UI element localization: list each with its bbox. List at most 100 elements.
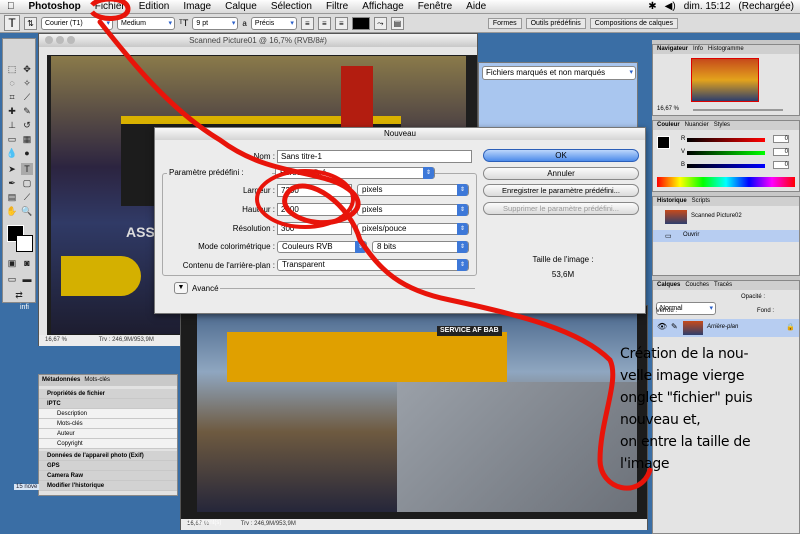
meta-row[interactable]: Auteur (39, 429, 177, 439)
document-title[interactable]: Scanned Picture01 @ 16,7% (RVB/8#) (39, 34, 477, 47)
magic-wand-icon[interactable]: ✧ (21, 77, 33, 89)
height-unit-select[interactable]: pixels ⇕ (357, 204, 469, 216)
advanced-toggle-icon[interactable]: ▼ (174, 282, 188, 294)
healing-brush-icon[interactable]: ✚ (6, 105, 18, 117)
gradient-tool-icon[interactable]: ▦ (21, 133, 33, 145)
cancel-button[interactable]: Annuler (483, 167, 639, 180)
file-filter-select[interactable]: Fichiers marqués et non marqués (482, 66, 636, 80)
font-family-select[interactable]: Courier (T1) (41, 16, 113, 30)
tab-couleur[interactable]: Couleur (657, 121, 680, 130)
warp-text-icon[interactable]: ⤳ (373, 16, 387, 30)
meta-row[interactable]: Copyright (39, 439, 177, 449)
resolution-unit-select[interactable]: pixels/pouce ⇕ (357, 223, 469, 235)
align-left-icon[interactable]: ≡ (300, 16, 314, 30)
blur-tool-icon[interactable]: 💧 (6, 147, 18, 159)
text-color-swatch[interactable] (351, 16, 370, 30)
menu-filtre[interactable]: Filtre (319, 1, 355, 12)
imageready-icon[interactable]: ⇄ (13, 289, 25, 301)
layer-row[interactable]: 👁 ✎ Arrière-plan 🔒 (653, 319, 799, 337)
shape-tool-icon[interactable]: ▢ (21, 177, 33, 189)
path-select-icon[interactable]: ➤ (6, 163, 18, 175)
menu-calque[interactable]: Calque (218, 1, 264, 12)
color-spectrum[interactable] (657, 177, 795, 187)
tab-navigateur[interactable]: Navigateur (657, 45, 688, 54)
r-value[interactable]: 0 (773, 135, 789, 143)
tab-styles[interactable]: Styles (714, 121, 730, 130)
eyedropper-icon[interactable]: ⟋ (21, 191, 33, 203)
width-unit-select[interactable]: pixels ⇕ (357, 184, 469, 196)
zoom-tool-icon[interactable]: 🔍 (21, 205, 33, 217)
font-size-select[interactable]: 9 pt (192, 16, 239, 30)
meta-row[interactable]: Description (39, 409, 177, 419)
brush-tool-icon[interactable]: ✎ (21, 105, 33, 117)
pen-tool-icon[interactable]: ✒ (6, 177, 18, 189)
color-mode-select[interactable]: Couleurs RVB ⇕ (277, 241, 367, 253)
dodge-tool-icon[interactable]: ● (21, 147, 33, 159)
save-preset-button[interactable]: Enregistrer le paramètre prédéfini... (483, 184, 639, 197)
meta-row[interactable]: Camera Raw (39, 471, 177, 481)
hand-tool-icon[interactable]: ✋ (6, 205, 18, 217)
crop-tool-icon[interactable]: ⌗ (6, 91, 18, 103)
meta-row[interactable]: IPTC (39, 399, 177, 409)
meta-row[interactable]: Propriétés de fichier (39, 389, 177, 399)
align-center-icon[interactable]: ≡ (317, 16, 331, 30)
navigator-slider[interactable] (693, 109, 783, 111)
tab-compositions[interactable]: Compositions de calques (589, 17, 679, 29)
text-tool-icon[interactable]: T (4, 15, 20, 31)
height-field[interactable]: 2600 (277, 203, 352, 216)
fg-color-swatch[interactable] (657, 136, 670, 149)
menu-app-name[interactable]: Photoshop (22, 1, 88, 12)
stamp-tool-icon[interactable]: ⊥ (6, 119, 18, 131)
name-field[interactable]: Sans titre-1 (277, 150, 472, 163)
tab-mots-cles[interactable]: Mots-clés (84, 375, 110, 386)
ok-button[interactable]: OK (483, 149, 639, 162)
minimize-icon[interactable] (56, 36, 64, 44)
b-value[interactable]: 0 (773, 161, 789, 169)
r-slider[interactable] (687, 138, 765, 142)
tab-outils-predefinis[interactable]: Outils prédéfinis (525, 17, 586, 29)
doc-info-2[interactable]: Trv : 246,9M/953,9M (241, 521, 296, 527)
menu-fichier[interactable]: Fichier (88, 1, 132, 12)
tab-info[interactable]: Info (693, 45, 703, 54)
clock[interactable]: dim. 15:12 (684, 1, 731, 12)
history-snapshot-name[interactable]: Scanned Picture02 (691, 213, 742, 219)
history-state-row[interactable]: ▭ Ouvrir (653, 230, 799, 242)
zoom-level[interactable]: 16,67 % (45, 337, 67, 343)
menu-affichage[interactable]: Affichage (355, 1, 411, 12)
align-right-icon[interactable]: ≡ (334, 16, 348, 30)
tab-scripts[interactable]: Scripts (692, 197, 710, 206)
document-window-2[interactable]: SERVICE AF BAB 16,67 % Trv : 246,9M/953,… (180, 305, 648, 530)
background-select[interactable]: Transparent ⇕ (277, 259, 469, 271)
apple-icon[interactable]:  (0, 1, 22, 12)
notes-tool-icon[interactable]: ▤ (6, 191, 18, 203)
type-tool-icon[interactable]: T (21, 163, 33, 175)
status-text[interactable]: (Rechargée) (738, 1, 794, 12)
fullscreen-mode-icon[interactable]: ▬ (21, 273, 33, 285)
move-tool-icon[interactable]: ✥ (21, 63, 33, 75)
bluetooth-icon[interactable]: ✱ (648, 1, 656, 12)
marquee-tool-icon[interactable]: ⬚ (6, 63, 18, 75)
menu-image[interactable]: Image (176, 1, 218, 12)
bit-depth-select[interactable]: 8 bits ⇕ (372, 241, 469, 253)
navigator-zoom[interactable]: 16,67 % (657, 106, 679, 112)
zoom-icon[interactable] (67, 36, 75, 44)
history-brush-icon[interactable]: ↺ (21, 119, 33, 131)
document-image-2[interactable]: SERVICE AF BAB (197, 312, 637, 512)
tab-traces[interactable]: Tracés (714, 281, 732, 290)
advanced-label[interactable]: Avancé (192, 284, 219, 293)
meta-row[interactable]: Mots-clés (39, 419, 177, 429)
volume-icon[interactable]: ◀) (665, 1, 676, 12)
tab-histogramme[interactable]: Histogramme (708, 45, 744, 54)
v-value[interactable]: 0 (773, 148, 789, 156)
quickmask-off-icon[interactable]: ▣ (6, 257, 18, 269)
doc-info[interactable]: Trv : 246,9M/953,9M (99, 337, 154, 343)
text-orientation-icon[interactable]: ⇅ (24, 16, 37, 30)
close-icon[interactable] (45, 36, 53, 44)
tab-metadonnees[interactable]: Métadonnées (42, 375, 80, 386)
screen-mode-icon[interactable]: ▭ (6, 273, 18, 285)
antialias-select[interactable]: Précis (250, 16, 297, 30)
menu-fenetre[interactable]: Fenêtre (411, 1, 459, 12)
slice-tool-icon[interactable]: ⟋ (21, 91, 33, 103)
width-field[interactable]: 7200 (277, 184, 352, 197)
history-snapshot-thumb[interactable] (665, 210, 687, 224)
